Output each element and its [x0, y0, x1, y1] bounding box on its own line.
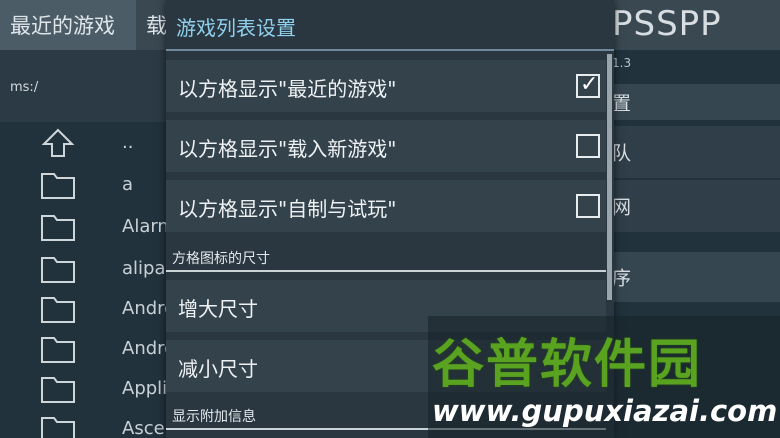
file-name: Appli — [122, 378, 168, 399]
side-menu-label: 置 — [612, 92, 632, 115]
path-bar: ms:/ — [0, 50, 170, 122]
side-menu-label: 网 — [612, 196, 632, 219]
dialog-title: 游戏列表设置 — [176, 16, 296, 40]
folder-icon — [41, 215, 75, 241]
file-name: a — [122, 174, 134, 195]
folder-icon — [41, 257, 75, 283]
option-label: 以方格显示"自制与试玩" — [178, 197, 397, 221]
list-item[interactable]: a — [0, 164, 170, 204]
up-arrow-icon — [41, 128, 75, 157]
watermark-title: 谷普软件园 — [432, 335, 703, 395]
checkbox-unchecked[interactable] — [576, 194, 600, 218]
file-name: Asce — [122, 418, 165, 438]
option-label: 减小尺寸 — [178, 357, 258, 381]
list-item[interactable]: alipa — [0, 248, 170, 288]
watermark: 谷普软件园 www.gupuxiazai.com — [428, 316, 780, 438]
section-title: 方格图标的尺寸 — [172, 251, 270, 267]
dialog-title-divider — [166, 49, 614, 51]
file-name: .. — [122, 132, 134, 153]
file-name: alipa — [122, 258, 166, 279]
folder-icon — [41, 417, 75, 438]
list-item[interactable]: Andro — [0, 328, 175, 368]
option-grid-homebrew[interactable]: 以方格显示"自制与试玩" — [166, 180, 606, 232]
app-logo: PSSPP — [612, 4, 722, 44]
option-grid-recent-games[interactable]: 以方格显示"最近的游戏" ✓ — [166, 60, 606, 112]
dialog-header: 游戏列表设置 — [166, 0, 614, 51]
list-item[interactable]: .. — [0, 122, 170, 162]
checkmark-icon: ✓ — [580, 72, 599, 97]
option-label: 以方格显示"最近的游戏" — [178, 77, 397, 101]
screen: 最近的游戏 载 PSSPP 1.3 ms:/ .. a Alarn alipa … — [0, 0, 780, 438]
folder-icon — [41, 337, 75, 363]
side-menu-label: 队 — [612, 142, 632, 165]
dialog-scrollbar[interactable] — [607, 54, 612, 300]
tab-recent-games[interactable]: 最近的游戏 — [0, 0, 136, 50]
section-title: 显示附加信息 — [172, 409, 256, 425]
list-item[interactable]: Andro — [0, 288, 175, 328]
folder-icon — [41, 297, 75, 323]
section-divider — [166, 270, 606, 272]
checkbox-checked[interactable]: ✓ — [576, 72, 600, 98]
app-version: 1.3 — [612, 56, 632, 70]
current-path: ms:/ — [10, 80, 39, 95]
side-menu-item-program[interactable]: 序 — [606, 252, 780, 302]
file-name: Alarn — [122, 216, 169, 237]
side-menu-item-settings[interactable]: 置 — [606, 84, 780, 120]
list-item[interactable]: Asce — [0, 408, 170, 438]
section-grid-icon-size: 方格图标的尺寸 — [166, 238, 606, 272]
side-menu-item-network[interactable]: 网 — [606, 180, 780, 232]
folder-icon — [41, 173, 75, 199]
option-label: 以方格显示"载入新游戏" — [178, 137, 397, 161]
file-list: .. a Alarn alipa Andro Andro Appli Asce — [0, 122, 175, 438]
watermark-url: www.gupuxiazai.com — [432, 394, 778, 428]
option-grid-load-game[interactable]: 以方格显示"载入新游戏" — [166, 120, 606, 172]
option-label: 增大尺寸 — [178, 297, 258, 321]
side-menu-item-team[interactable]: 队 — [606, 126, 780, 178]
folder-icon — [41, 377, 75, 403]
side-menu-label: 序 — [612, 267, 632, 290]
list-item[interactable]: Alarn — [0, 206, 170, 246]
checkbox-unchecked[interactable] — [576, 134, 600, 158]
list-item[interactable]: Appli — [0, 368, 170, 408]
